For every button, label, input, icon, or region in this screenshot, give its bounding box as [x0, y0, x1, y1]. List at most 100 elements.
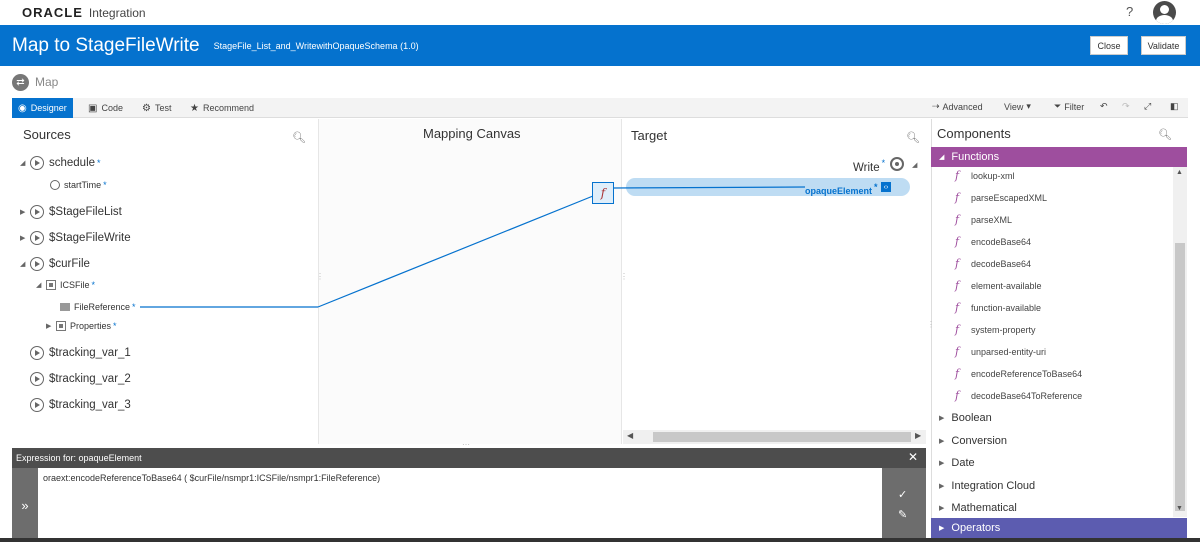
panel-toggle-icon[interactable]: ◧	[1170, 101, 1179, 112]
category-functions[interactable]: ◢ Functions	[931, 147, 1187, 167]
target-node-opaqueelement[interactable]: opaqueElement *	[805, 182, 878, 196]
function-item[interactable]: f encodeBase64	[955, 235, 1031, 248]
filter-button[interactable]: ⏷ Filter	[1054, 101, 1084, 112]
pencil-icon[interactable]: ✎	[898, 508, 907, 521]
user-avatar-icon[interactable]	[1153, 1, 1176, 24]
function-item[interactable]: f function-available	[955, 301, 1041, 314]
source-node-tracking-var-1[interactable]: $tracking_var_1	[30, 346, 131, 360]
map-label: Map	[35, 75, 59, 89]
close-button[interactable]: Close	[1090, 36, 1128, 55]
tab-designer[interactable]: ◉ Designer	[12, 98, 73, 118]
category-mathematical[interactable]: ▶ Mathematical	[931, 498, 1187, 517]
category-operators[interactable]: ▶ Operators	[931, 518, 1187, 538]
scroll-thumb[interactable]	[1175, 243, 1185, 511]
category-conversion[interactable]: ▶ Conversion	[931, 431, 1187, 450]
advanced-button[interactable]: ⇢ Advanced	[932, 101, 983, 112]
search-icon[interactable]: 🔍︎	[1158, 128, 1172, 141]
page-title: Map to StageFileWrite	[12, 34, 200, 56]
collapse-icon[interactable]: ◢	[20, 159, 30, 167]
leaf-element-icon	[60, 303, 70, 311]
redo-icon[interactable]: ↷	[1122, 101, 1130, 112]
scroll-thumb[interactable]	[653, 432, 911, 442]
top-bar: ORACLE Integration	[0, 0, 1200, 25]
source-node-curfile[interactable]: ◢ $curFile	[20, 257, 90, 271]
expand-expression-icon[interactable]: »	[12, 468, 38, 542]
expression-editor[interactable]: oraext:encodeReferenceToBase64 ( $curFil…	[38, 468, 882, 542]
expression-actions: ✓ ✎	[882, 468, 926, 542]
scroll-right-icon[interactable]: ▶	[915, 431, 921, 440]
map-bar: ⇄ Map	[0, 66, 1200, 98]
source-node-filereference[interactable]: FileReference *	[60, 302, 136, 312]
tab-code[interactable]: ▣ Code	[88, 98, 123, 118]
function-icon: f	[955, 323, 960, 336]
integration-subtitle: StageFile_List_and_WritewithOpaqueSchema…	[213, 40, 419, 51]
search-icon[interactable]: 🔍︎	[292, 131, 306, 144]
target-root-icon	[890, 157, 904, 171]
category-boolean[interactable]: ▶ Boolean	[931, 408, 1187, 427]
source-node-properties[interactable]: ▶ Properties *	[46, 321, 117, 331]
scroll-left-icon[interactable]: ◀	[627, 431, 633, 440]
function-item[interactable]: f encodeReferenceToBase64	[955, 367, 1082, 380]
view-menu[interactable]: View ▾	[1004, 101, 1031, 112]
function-icon: f	[955, 301, 960, 314]
category-integration-cloud[interactable]: ▶ Integration Cloud	[931, 476, 1187, 495]
function-icon: f	[955, 367, 960, 380]
expand-arrow-icon: ▶	[939, 437, 945, 445]
undo-icon[interactable]: ↶	[1100, 101, 1108, 112]
object-icon	[30, 205, 44, 219]
splitter-handle[interactable]: ⋮	[620, 272, 628, 281]
close-icon[interactable]: ✕	[908, 450, 918, 464]
function-item[interactable]: f parseXML	[955, 213, 1012, 226]
expand-arrow-icon[interactable]: ▶	[20, 234, 30, 242]
function-item[interactable]: f element-available	[955, 279, 1042, 292]
oracle-logo: ORACLE	[22, 5, 83, 20]
object-icon	[30, 372, 44, 386]
collapse-icon[interactable]: ◢	[20, 260, 30, 268]
help-icon[interactable]: ?	[1126, 4, 1133, 19]
components-vertical-scrollbar[interactable]: ▲ ▼	[1173, 167, 1187, 517]
function-item[interactable]: f decodeBase64ToReference	[955, 389, 1082, 402]
validate-button[interactable]: Validate	[1141, 36, 1186, 55]
sources-title: Sources	[23, 127, 71, 142]
splitter-handle[interactable]: ⋮	[316, 272, 324, 281]
target-node-write[interactable]: Write *	[853, 158, 885, 174]
scroll-up-icon[interactable]: ▲	[1176, 169, 1183, 176]
function-item[interactable]: f unparsed-entity-uri	[955, 345, 1046, 358]
function-item[interactable]: f parseEscapedXML	[955, 191, 1047, 204]
function-icon: f	[955, 213, 960, 226]
product-name: Integration	[88, 5, 146, 20]
expression-target: opaqueElement	[78, 453, 142, 463]
source-node-icsfile[interactable]: ◢ ICSFile *	[36, 280, 95, 290]
source-node-starttime[interactable]: startTime *	[50, 180, 107, 190]
tab-recommend[interactable]: ★ Recommend	[190, 98, 254, 118]
splitter-handle[interactable]: ⋮	[927, 320, 935, 329]
element-icon	[56, 321, 66, 331]
source-node-schedule[interactable]: ◢ schedule *	[20, 156, 101, 170]
expand-arrow-icon[interactable]: ▶	[46, 322, 56, 330]
search-icon[interactable]: 🔍︎	[906, 131, 920, 144]
expand-icon[interactable]: ⤢	[1144, 101, 1151, 112]
star-icon: ★	[190, 102, 199, 114]
collapse-icon[interactable]: ◢	[36, 281, 46, 289]
function-item[interactable]: f system-property	[955, 323, 1036, 336]
function-icon: f	[955, 389, 960, 402]
collapse-icon[interactable]: ◢	[912, 161, 917, 169]
function-node-icon[interactable]: f	[592, 182, 614, 204]
map-icon: ⇄	[12, 73, 29, 91]
expand-arrow-icon: ▶	[939, 525, 945, 532]
scroll-down-icon[interactable]: ▼	[1176, 505, 1183, 512]
tab-test[interactable]: ⚙ Test	[142, 98, 171, 118]
expand-arrow-icon[interactable]: ▶	[20, 208, 30, 216]
mapping-canvas[interactable]	[318, 119, 622, 444]
function-item[interactable]: f lookup-xml	[955, 169, 1015, 182]
source-node-tracking-var-2[interactable]: $tracking_var_2	[30, 372, 131, 386]
source-node-stagefilewrite[interactable]: ▶ $StageFileWrite	[20, 231, 131, 245]
checkmark-icon[interactable]: ✓	[898, 488, 907, 501]
category-date[interactable]: ▶ Date	[931, 453, 1187, 472]
function-item[interactable]: f decodeBase64	[955, 257, 1031, 270]
target-horizontal-scrollbar[interactable]: ◀ ▶	[623, 430, 926, 444]
source-node-tracking-var-3[interactable]: $tracking_var_3	[30, 398, 131, 412]
source-node-stagefilelist[interactable]: ▶ $StageFileList	[20, 205, 122, 219]
expand-arrow-icon: ▶	[939, 482, 945, 490]
title-bar: Map to StageFileWrite StageFile_List_and…	[0, 25, 1200, 66]
